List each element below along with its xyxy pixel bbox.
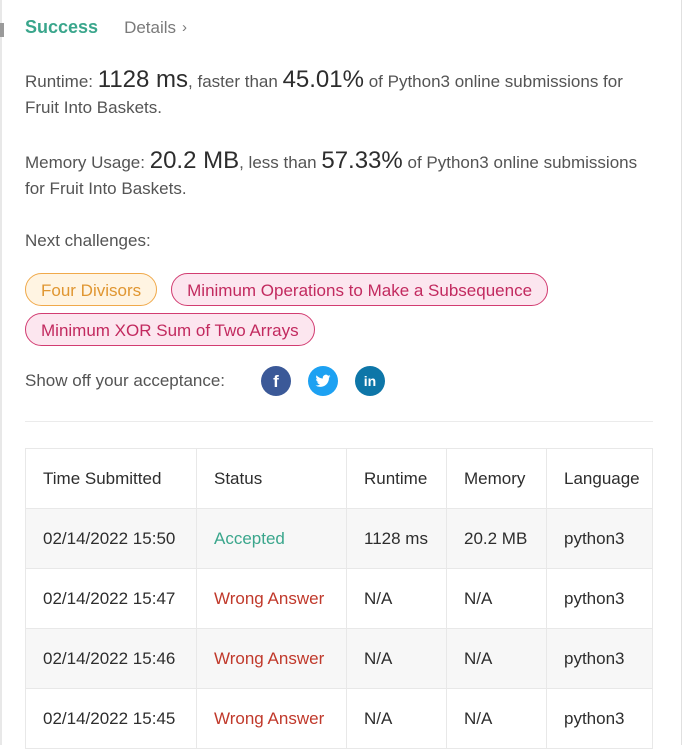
cell-runtime: N/A (346, 628, 447, 689)
runtime-middle: , faster than (188, 72, 278, 91)
submissions-table: Time Submitted Status Runtime Memory Lan… (25, 448, 653, 749)
cell-status[interactable]: Accepted (196, 508, 347, 569)
details-link[interactable]: Details › (124, 18, 187, 38)
table-row[interactable]: 02/14/2022 15:45 Wrong Answer N/A N/A py… (25, 688, 653, 749)
cell-language: python3 (546, 688, 653, 749)
table-row[interactable]: 02/14/2022 15:47 Wrong Answer N/A N/A py… (25, 568, 653, 629)
table-header-row: Time Submitted Status Runtime Memory Lan… (25, 448, 653, 509)
left-border (0, 0, 2, 745)
cell-memory: N/A (446, 568, 547, 629)
cell-language: python3 (546, 508, 653, 569)
challenge-chip-four-divisors[interactable]: Four Divisors (25, 273, 158, 306)
cell-time: 02/14/2022 15:45 (25, 688, 197, 749)
cell-time: 02/14/2022 15:47 (25, 568, 197, 629)
cell-status[interactable]: Wrong Answer (196, 628, 347, 689)
section-divider (25, 421, 653, 422)
runtime-label: Runtime: (25, 72, 94, 91)
status-success: Success (25, 17, 99, 37)
cell-language: python3 (546, 628, 653, 689)
cell-memory: 20.2 MB (446, 508, 547, 569)
runtime-summary: Runtime: 1128 ms, faster than 45.01% of … (25, 67, 655, 121)
challenge-chip-min-xor-sum[interactable]: Minimum XOR Sum of Two Arrays (25, 313, 315, 346)
memory-summary: Memory Usage: 20.2 MB, less than 57.33% … (25, 148, 655, 202)
runtime-percent: 45.01% (282, 66, 364, 93)
cell-memory: N/A (446, 628, 547, 689)
memory-percent: 57.33% (321, 147, 403, 174)
table-row[interactable]: 02/14/2022 15:46 Wrong Answer N/A N/A py… (25, 628, 653, 689)
cell-memory: N/A (446, 688, 547, 749)
memory-label: Memory Usage: (25, 153, 145, 172)
result-header: Success Details › (25, 17, 187, 38)
col-language[interactable]: Language (546, 448, 653, 509)
twitter-icon[interactable] (308, 366, 338, 396)
cell-time: 02/14/2022 15:50 (25, 508, 197, 569)
table-row[interactable]: 02/14/2022 15:50 Accepted 1128 ms 20.2 M… (25, 508, 653, 569)
next-challenges-list: Four Divisors Minimum Operations to Make… (25, 273, 645, 346)
cell-status[interactable]: Wrong Answer (196, 568, 347, 629)
next-challenges-label: Next challenges: (25, 231, 151, 250)
svg-text:in: in (364, 373, 376, 389)
cell-runtime: N/A (346, 568, 447, 629)
col-memory[interactable]: Memory (446, 448, 547, 509)
chevron-right-icon: › (182, 19, 188, 36)
col-time-submitted[interactable]: Time Submitted (25, 448, 197, 509)
linkedin-icon[interactable]: in (355, 366, 385, 396)
cell-language: python3 (546, 568, 653, 629)
share-section: Show off your acceptance: f in (25, 366, 402, 396)
svg-text:f: f (273, 372, 279, 391)
cell-time: 02/14/2022 15:46 (25, 628, 197, 689)
runtime-value: 1128 ms (97, 66, 189, 93)
memory-value: 20.2 MB (149, 147, 240, 174)
col-status[interactable]: Status (196, 448, 347, 509)
cell-runtime: 1128 ms (346, 508, 447, 569)
resize-handle[interactable] (0, 23, 4, 37)
memory-middle: , less than (239, 153, 317, 172)
cell-status[interactable]: Wrong Answer (196, 688, 347, 749)
details-label: Details (124, 17, 177, 37)
cell-runtime: N/A (346, 688, 447, 749)
col-runtime[interactable]: Runtime (346, 448, 447, 509)
facebook-icon[interactable]: f (261, 366, 291, 396)
challenge-chip-min-ops-subsequence[interactable]: Minimum Operations to Make a Subsequence (171, 273, 549, 306)
share-label: Show off your acceptance: (25, 371, 226, 390)
